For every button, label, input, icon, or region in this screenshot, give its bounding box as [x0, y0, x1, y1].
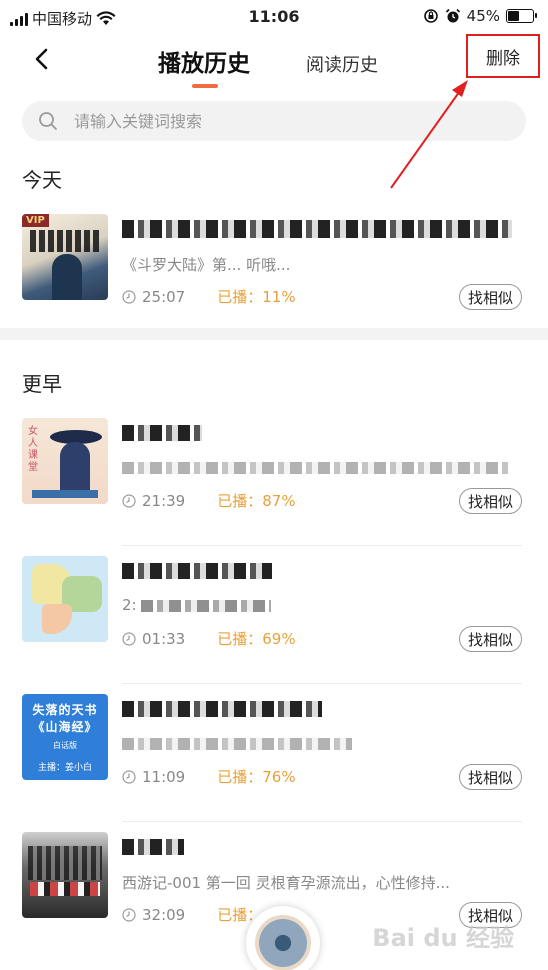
cover-text: 失落的天书《山海经》 [32, 703, 98, 734]
status-right: 45% [423, 7, 537, 25]
item-desc-text: 2: [122, 596, 137, 614]
clock-icon [122, 493, 136, 508]
cover-calligraphy [30, 230, 100, 252]
item-title-blurred [122, 422, 202, 443]
search-bar[interactable] [22, 101, 526, 141]
played-percent: 已播：69% [217, 630, 296, 648]
alarm-icon [445, 8, 460, 23]
played-percent: 已播：11% [217, 288, 296, 306]
duration: 21:39 [142, 491, 186, 510]
clock-icon [122, 289, 136, 304]
cover-map-region [42, 604, 72, 634]
item-title-blurred [122, 560, 272, 581]
cover-text: 女人课堂 [28, 426, 40, 473]
battery-fill [508, 11, 519, 21]
section-earlier: 更早 [22, 372, 62, 396]
cover-subtitle: 白话版 [53, 741, 77, 750]
item-desc: 西游记-001 第一回 灵根育孕源流出，心性修持... [122, 874, 450, 892]
vip-badge: VIP [22, 214, 49, 227]
item-meta: 32:09 已播： [122, 904, 262, 925]
cover-banner [30, 882, 100, 896]
history-item[interactable]: 2: 01:33 已播：69% 找相似 [0, 556, 548, 684]
duration: 11:09 [142, 767, 186, 786]
played-percent: 已播：87% [217, 492, 296, 510]
section-today: 今天 [22, 168, 62, 192]
back-icon[interactable] [28, 44, 58, 74]
clock-icon [122, 631, 136, 646]
item-meta: 11:09 已播：76% [122, 766, 296, 787]
rotation-lock-icon [423, 9, 438, 23]
cover-figure [60, 442, 90, 492]
status-bar: 中国移动 11:06 45% [0, 0, 548, 34]
duration: 32:09 [142, 905, 186, 924]
battery-icon [506, 9, 537, 23]
find-similar-button[interactable]: 找相似 [459, 764, 523, 790]
search-input[interactable] [74, 111, 494, 131]
cover-image: 女人课堂 [22, 418, 108, 504]
cover-host: 主播：姜小白 [37, 763, 92, 773]
item-desc: 《斗罗大陆》第... 听哦... [122, 256, 291, 274]
watermark: Bai du 经验 [372, 924, 514, 952]
row-divider [122, 683, 522, 684]
item-title-blurred [122, 218, 512, 239]
clock-icon [122, 769, 136, 784]
clock-icon [122, 907, 136, 922]
duration: 25:07 [142, 287, 186, 306]
tab-play-history[interactable]: 播放历史 [158, 44, 250, 78]
item-desc-blurred [122, 458, 508, 476]
search-icon [39, 112, 57, 130]
find-similar-button[interactable]: 找相似 [459, 488, 523, 514]
cover-banner [32, 490, 98, 498]
duration: 01:33 [142, 629, 186, 648]
cover-figure [52, 254, 82, 300]
history-item[interactable]: 失落的天书《山海经》 白话版 主播：姜小白 11:09 已播：76% 找相似 [0, 694, 548, 822]
mini-player[interactable] [246, 906, 320, 970]
cover-image [22, 556, 108, 642]
tab-active-indicator [192, 84, 218, 88]
cover-image [22, 832, 108, 918]
delete-button[interactable]: 删除 [466, 34, 540, 78]
history-item[interactable]: VIP 《斗罗大陆》第... 听哦... 25:07 已播：11% 找相似 [0, 214, 548, 342]
find-similar-button[interactable]: 找相似 [459, 626, 523, 652]
mini-player-cover [255, 915, 311, 970]
cover-image: VIP [22, 214, 108, 300]
section-divider [0, 328, 548, 340]
cover-image: 失落的天书《山海经》 白话版 主播：姜小白 [22, 694, 108, 780]
item-meta: 25:07 已播：11% [122, 286, 296, 307]
item-desc-blurred [122, 734, 352, 752]
history-item[interactable]: 女人课堂 21:39 已播：87% 找相似 [0, 418, 548, 546]
item-title-blurred [122, 698, 322, 719]
item-title-blurred [122, 836, 184, 857]
item-meta: 21:39 已播：87% [122, 490, 296, 511]
battery-percent: 45% [466, 7, 500, 25]
find-similar-button[interactable]: 找相似 [459, 284, 523, 310]
row-divider [122, 545, 522, 546]
tab-read-history[interactable]: 阅读历史 [306, 51, 378, 77]
top-nav: 播放历史 阅读历史 删除 [0, 34, 548, 94]
item-meta: 01:33 已播：69% [122, 628, 296, 649]
row-divider [122, 821, 522, 822]
played-percent: 已播：76% [217, 768, 296, 786]
item-desc: 2: [122, 596, 272, 614]
cover-columns [28, 846, 102, 880]
